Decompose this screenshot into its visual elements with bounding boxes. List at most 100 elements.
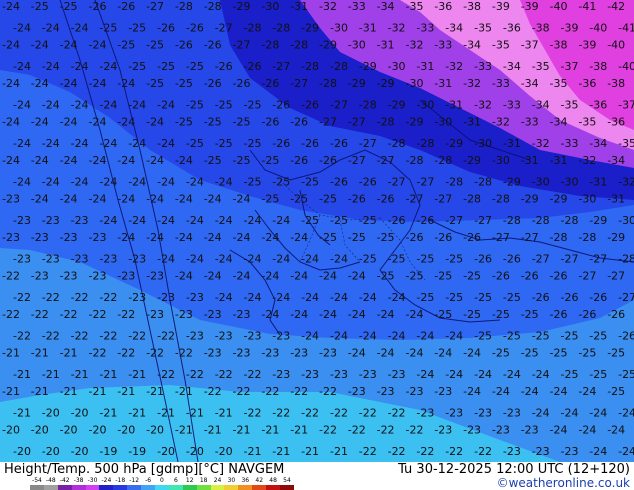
temperature-label: -25: [319, 231, 337, 244]
temperature-label: -24: [117, 116, 135, 129]
temperature-label: -26: [244, 60, 262, 73]
temperature-label: -25: [445, 291, 463, 304]
temperature-label: -37: [561, 60, 579, 73]
temperature-label: -22: [233, 385, 251, 398]
temperature-label: -26: [175, 39, 193, 52]
temperature-label: -23: [233, 308, 251, 321]
temperature-label: -27: [319, 116, 337, 129]
temperature-label: -29: [521, 193, 539, 206]
temperature-label: -25: [117, 39, 135, 52]
temperature-label: -30: [492, 154, 510, 167]
temperature-label: -23: [416, 406, 434, 419]
temperature-label: -24: [330, 252, 348, 265]
temperature-label: -24: [89, 116, 107, 129]
temperature-label: -28: [578, 231, 596, 244]
temperature-label: -30: [416, 98, 434, 111]
temperature-label: -34: [550, 116, 568, 129]
temperature-label: -25: [359, 214, 377, 227]
temperature-label: -28: [388, 137, 406, 150]
temperature-label: -25: [434, 308, 452, 321]
credit-link[interactable]: ©weatheronline.co.uk: [497, 476, 630, 490]
temperature-label: -21: [31, 385, 49, 398]
colorbar-tick-label: -24: [101, 477, 112, 484]
temperature-label: -22: [99, 329, 117, 342]
temperature-label: -26: [607, 308, 625, 321]
temperature-label: -29: [377, 77, 395, 90]
temperature-label: -24: [13, 21, 31, 34]
temperature-label: -24: [261, 308, 279, 321]
temperature-label: -24: [31, 116, 49, 129]
temperature-label: -24: [13, 60, 31, 73]
temperature-label: -27: [445, 214, 463, 227]
temperature-label: -25: [492, 347, 510, 360]
colorbar: [30, 485, 294, 490]
temperature-label: -21: [128, 368, 146, 381]
temperature-label: -28: [550, 231, 568, 244]
temperature-label: -32: [532, 137, 550, 150]
temperature-label: -25: [578, 347, 596, 360]
temperature-label: -21: [290, 424, 308, 437]
temperature-label: -24: [71, 21, 89, 34]
temperature-label: -23: [561, 445, 579, 458]
temperature-label: -26: [532, 291, 550, 304]
temperature-label: -24: [618, 445, 634, 458]
temperature-label: -21: [301, 445, 319, 458]
temperature-label: -32: [474, 98, 492, 111]
temperature-label: -25: [463, 308, 481, 321]
temperature-label: -26: [359, 175, 377, 188]
temperature-label: -29: [233, 0, 251, 13]
temperature-label: -21: [71, 368, 89, 381]
temperature-label: -20: [157, 445, 175, 458]
temperature-label: -26: [290, 154, 308, 167]
temperature-label: -25: [128, 60, 146, 73]
temperature-label: -28: [290, 39, 308, 52]
temperature-label: -24: [215, 252, 233, 265]
temperature-label: -22: [89, 347, 107, 360]
temperature-label: -24: [128, 175, 146, 188]
temperature-label: -32: [445, 60, 463, 73]
temperature-label: -25: [301, 175, 319, 188]
temperature-label: -24: [157, 252, 175, 265]
temperature-label: -24: [99, 98, 117, 111]
temperature-label: -22: [272, 406, 290, 419]
temperature-label: -24: [319, 308, 337, 321]
temperature-label: -20: [146, 424, 164, 437]
temperature-label: -22: [319, 385, 337, 398]
temperature-label: -24: [128, 98, 146, 111]
temperature-label: -40: [618, 60, 634, 73]
temperature-label: -40: [607, 39, 625, 52]
temperature-label: -22: [13, 291, 31, 304]
temperature-label: -26: [492, 270, 510, 283]
temperature-label: -24: [532, 368, 550, 381]
temperature-label: -28: [463, 193, 481, 206]
temperature-label: -32: [492, 116, 510, 129]
temperature-label: -38: [589, 60, 607, 73]
temperature-label: -23: [60, 231, 78, 244]
temperature-label: -23: [2, 231, 20, 244]
temperature-label: -23: [13, 214, 31, 227]
temperature-label: -24: [117, 154, 135, 167]
temperature-label: -25: [319, 193, 337, 206]
temperature-label: -27: [348, 116, 366, 129]
temperature-label: -21: [89, 385, 107, 398]
temperature-label: -21: [99, 368, 117, 381]
temperature-label: -23: [186, 329, 204, 342]
temperature-label: -24: [60, 154, 78, 167]
temperature-label: -25: [261, 193, 279, 206]
temperature-label: -22: [377, 424, 395, 437]
temperature-label: -35: [406, 0, 424, 13]
temperature-label: -25: [550, 347, 568, 360]
temperature-label: -23: [13, 252, 31, 265]
temperature-label: -24: [377, 347, 395, 360]
temperature-label: -35: [474, 21, 492, 34]
temperature-label: -25: [607, 385, 625, 398]
temperature-label: -26: [301, 98, 319, 111]
temperature-label: -26: [416, 214, 434, 227]
temperature-label: -25: [406, 270, 424, 283]
temperature-label: -24: [550, 385, 568, 398]
temperature-label: -24: [406, 347, 424, 360]
temperature-label: -27: [589, 252, 607, 265]
temperature-label: -28: [272, 21, 290, 34]
temperature-label: -24: [146, 116, 164, 129]
temperature-label: -22: [186, 368, 204, 381]
